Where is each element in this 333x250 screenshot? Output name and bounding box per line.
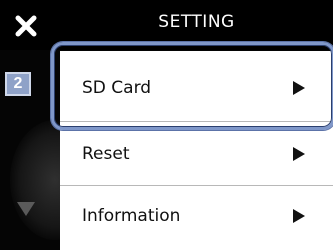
title-bar: SETTING [0,0,333,50]
page-title: SETTING [158,12,235,32]
menu-item-label: SD Card [82,78,152,98]
scroll-down-button[interactable] [17,202,35,221]
right-arrow-icon [293,147,305,161]
right-arrow-icon [293,209,305,223]
right-arrow-icon [293,81,305,95]
down-arrow-icon [17,202,35,216]
device-screen: SETTING 2 SD Card Reset Information [0,0,333,250]
page-number-badge: 2 [5,72,31,96]
settings-menu: SD Card Reset Information [60,51,333,250]
menu-item-information[interactable]: Information [60,183,333,249]
menu-item-label: Information [82,206,181,226]
close-icon [15,15,37,37]
close-button[interactable] [8,8,44,44]
menu-item-sd-card[interactable]: SD Card [60,55,333,121]
menu-item-reset[interactable]: Reset [60,121,333,187]
menu-item-label: Reset [82,144,130,164]
